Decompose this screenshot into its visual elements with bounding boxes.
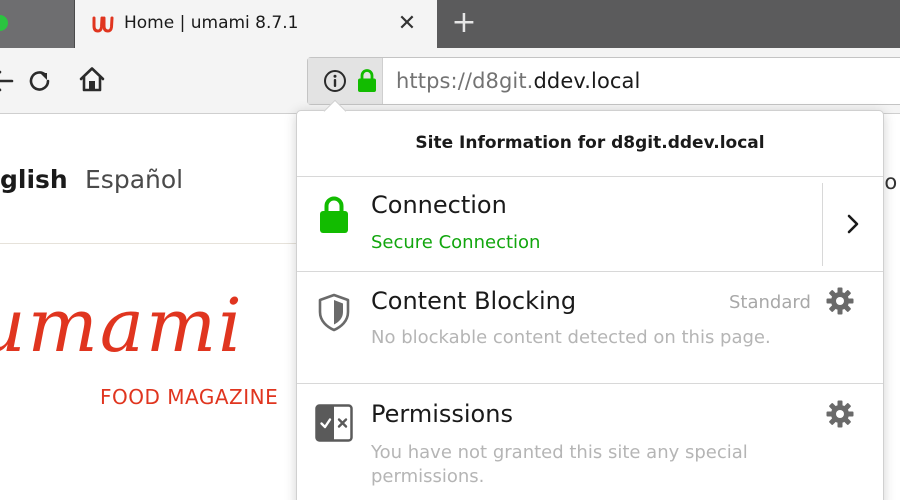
home-icon[interactable] [78,65,106,93]
connection-status: Secure Connection [371,232,541,253]
close-icon[interactable]: ✕ [393,10,421,38]
panel-header: Site Information for d8git.ddev.local [297,111,883,177]
tab-strip: Home | umami 8.7.1 ✕ + [0,0,900,48]
window-zoom-button[interactable] [0,15,8,31]
shield-icon [318,293,350,332]
connection-title: Connection [371,191,507,219]
content-blocking-description: No blockable content detected on this pa… [371,327,771,348]
content-blocking-level: Standard [729,292,811,313]
panel-title: Site Information for d8git.ddev.local [415,133,765,153]
site-information-panel: Site Information for d8git.ddev.local Co… [296,110,884,500]
umami-logo-icon [92,16,114,33]
divider [0,243,300,244]
active-tab[interactable]: Home | umami 8.7.1 ✕ [75,0,437,48]
url-text[interactable]: https://d8git.ddev.local [396,69,640,93]
site-identity-button[interactable] [308,58,383,104]
connection-section[interactable]: Connection Secure Connection [297,177,883,272]
reload-icon[interactable] [26,67,54,95]
navigation-toolbar: https://d8git.ddev.local [0,48,900,114]
content-blocking-title: Content Blocking [371,287,577,315]
gear-icon[interactable] [825,286,855,316]
site-tagline: FOOD MAGAZINE [100,385,279,409]
gear-icon[interactable] [825,399,855,429]
permissions-icon [315,404,353,442]
language-link-spanish[interactable]: Español [85,165,183,194]
url-domain: ddev.local [533,69,641,93]
lock-icon [320,196,348,233]
permissions-section: Permissions You have not granted this si… [297,384,883,500]
divider [822,183,823,266]
permissions-title: Permissions [371,400,513,428]
permissions-description: You have not granted this site any speci… [371,442,748,487]
info-icon[interactable] [323,69,347,93]
lock-icon[interactable] [357,68,377,93]
url-prefix: https://d8git. [396,69,534,93]
back-arrow-icon[interactable] [0,67,14,95]
previous-tab[interactable] [0,0,74,48]
plus-icon[interactable]: + [448,6,480,40]
address-bar[interactable]: https://d8git.ddev.local [307,57,900,105]
language-link-english[interactable]: glish [0,165,68,194]
site-logo-wordmark[interactable]: umami [0,283,244,369]
tab-title: Home | umami 8.7.1 [124,13,299,33]
chevron-right-icon[interactable] [842,211,864,237]
content-blocking-section: Content Blocking Standard No blockable c… [297,272,883,384]
